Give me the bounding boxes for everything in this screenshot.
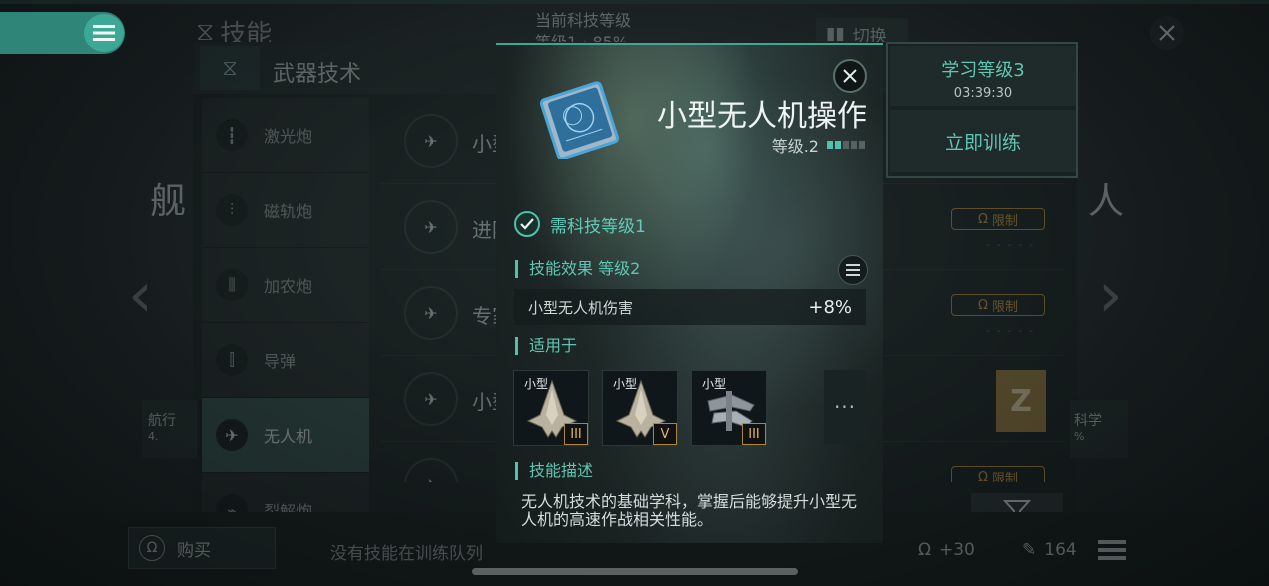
limit-badge: Ω 限制 (951, 466, 1045, 482)
training-time: 03:39:30 (953, 86, 1013, 101)
pen-icon: ✎ (1022, 540, 1037, 560)
left-card: 航行 4. (142, 400, 197, 458)
applicable-ships: 小型 III 小型 V 小型 III ··· (513, 370, 866, 446)
missile-icon: ⫿ (216, 344, 248, 376)
close-button[interactable] (1150, 16, 1184, 50)
switch-icon: ▮▮ (826, 24, 845, 44)
skill-name: 小型无人机操作 (657, 99, 867, 134)
z-badge: Z (996, 370, 1046, 432)
drone-skill-icon: ✈ (404, 458, 458, 482)
buy-button[interactable]: Ω 购买 (128, 527, 276, 569)
category-item-laser[interactable]: ┇ 激光炮 (202, 98, 369, 173)
skill-detail-modal: 小型无人机操作 等级.2 需科技等级1 技能效果 等级2 小型无人机伤害 +8%… (496, 43, 883, 543)
applies-section-title: 适用于 (515, 337, 577, 355)
category-item-missile[interactable]: ⫿ 导弹 (202, 323, 369, 398)
omega-icon: Ω (918, 540, 931, 560)
drone-icon: ✈ (216, 419, 248, 451)
ship-card[interactable]: 小型 V (602, 370, 678, 446)
level-pips (827, 141, 865, 149)
category-item-cannon[interactable]: ⫼ 加农炮 (202, 248, 369, 323)
category-item-drone[interactable]: ✈ 无人机 (202, 398, 369, 473)
menu-icon[interactable] (1098, 538, 1126, 562)
limit-dots: - - - - - (986, 326, 1035, 337)
omega-icon: Ω (978, 211, 988, 227)
chevron-right-icon[interactable]: › (1098, 258, 1123, 331)
drone-skill-icon: ✈ (404, 286, 458, 340)
effect-row: 小型无人机伤害 +8% (514, 289, 866, 325)
effect-value: +8% (808, 296, 852, 318)
limit-badge: Ω 限制 (951, 208, 1045, 230)
skill-level: 等级.2 (772, 133, 865, 157)
close-icon (1159, 25, 1175, 41)
drone-skill-icon: ✈ (404, 114, 458, 168)
description-section-title: 技能描述 (515, 462, 593, 480)
side-text-left: 舰 (150, 181, 187, 222)
level-pip (843, 141, 849, 149)
modal-close-button[interactable] (833, 59, 867, 93)
drone-skill-icon: ✈ (404, 372, 458, 426)
pen-resource: ✎ 164 (1022, 540, 1077, 560)
ship-card[interactable]: 小型 III (691, 370, 767, 446)
skill-book-icon (539, 81, 619, 159)
ship-card[interactable]: 小型 III (513, 370, 589, 446)
effect-name: 小型无人机伤害 (528, 298, 634, 317)
effect-list-button[interactable] (838, 255, 868, 285)
training-queue-status: 没有技能在训练队列 (330, 544, 483, 564)
panel-title: 武器技术 (273, 62, 362, 87)
list-icon (846, 264, 860, 276)
tier-badge: V (653, 423, 677, 445)
railgun-icon: ⫶ (216, 194, 248, 226)
chevron-left-icon[interactable]: ‹ (128, 258, 153, 331)
omega-icon: Ω (978, 297, 988, 313)
close-icon (843, 69, 857, 83)
omega-icon: Ω (139, 535, 165, 561)
skill-description: 无人机技术的基础学科，掌握后能够提升小型无人机的高速作战相关性能。 (521, 492, 858, 529)
category-item-railgun[interactable]: ⫶ 磁轨炮 (202, 173, 369, 248)
level-pip (851, 141, 857, 149)
main-menu-button[interactable] (84, 14, 124, 52)
omega-resource: Ω +30 (918, 540, 975, 560)
more-ships-button[interactable]: ··· (824, 370, 866, 444)
omega-icon: Ω (978, 469, 988, 483)
check-icon (514, 211, 540, 237)
scroll-handle[interactable] (472, 568, 798, 575)
category-list: ┇ 激光炮 ⫶ 磁轨炮 ⫼ 加农炮 ⫿ 导弹 ✈ 无人机 ⌁ 裂解炮 (202, 98, 369, 548)
menu-icon (93, 25, 115, 41)
effect-section-title: 技能效果 等级2 (515, 260, 640, 278)
limit-badge: Ω 限制 (951, 294, 1045, 316)
weapon-tech-icon: ⧖ (200, 46, 260, 90)
level-pip (859, 141, 865, 149)
level-pip (827, 141, 833, 149)
tier-badge: III (564, 423, 588, 445)
cannon-icon: ⫼ (216, 269, 248, 301)
side-text-right: 人 (1088, 181, 1125, 222)
train-now-button[interactable]: 立即训练 (890, 110, 1076, 172)
limit-dots: - - - - - (986, 240, 1035, 251)
laser-cannon-icon: ┇ (216, 119, 248, 151)
learning-level: 学习等级3 03:39:30 (890, 46, 1076, 106)
top-divider (0, 0, 1269, 4)
right-card: 科学 % (1070, 400, 1128, 458)
drone-skill-icon: ✈ (404, 200, 458, 254)
level-pip (835, 141, 841, 149)
requirement: 需科技等级1 (514, 211, 646, 237)
tier-badge: III (742, 423, 766, 445)
